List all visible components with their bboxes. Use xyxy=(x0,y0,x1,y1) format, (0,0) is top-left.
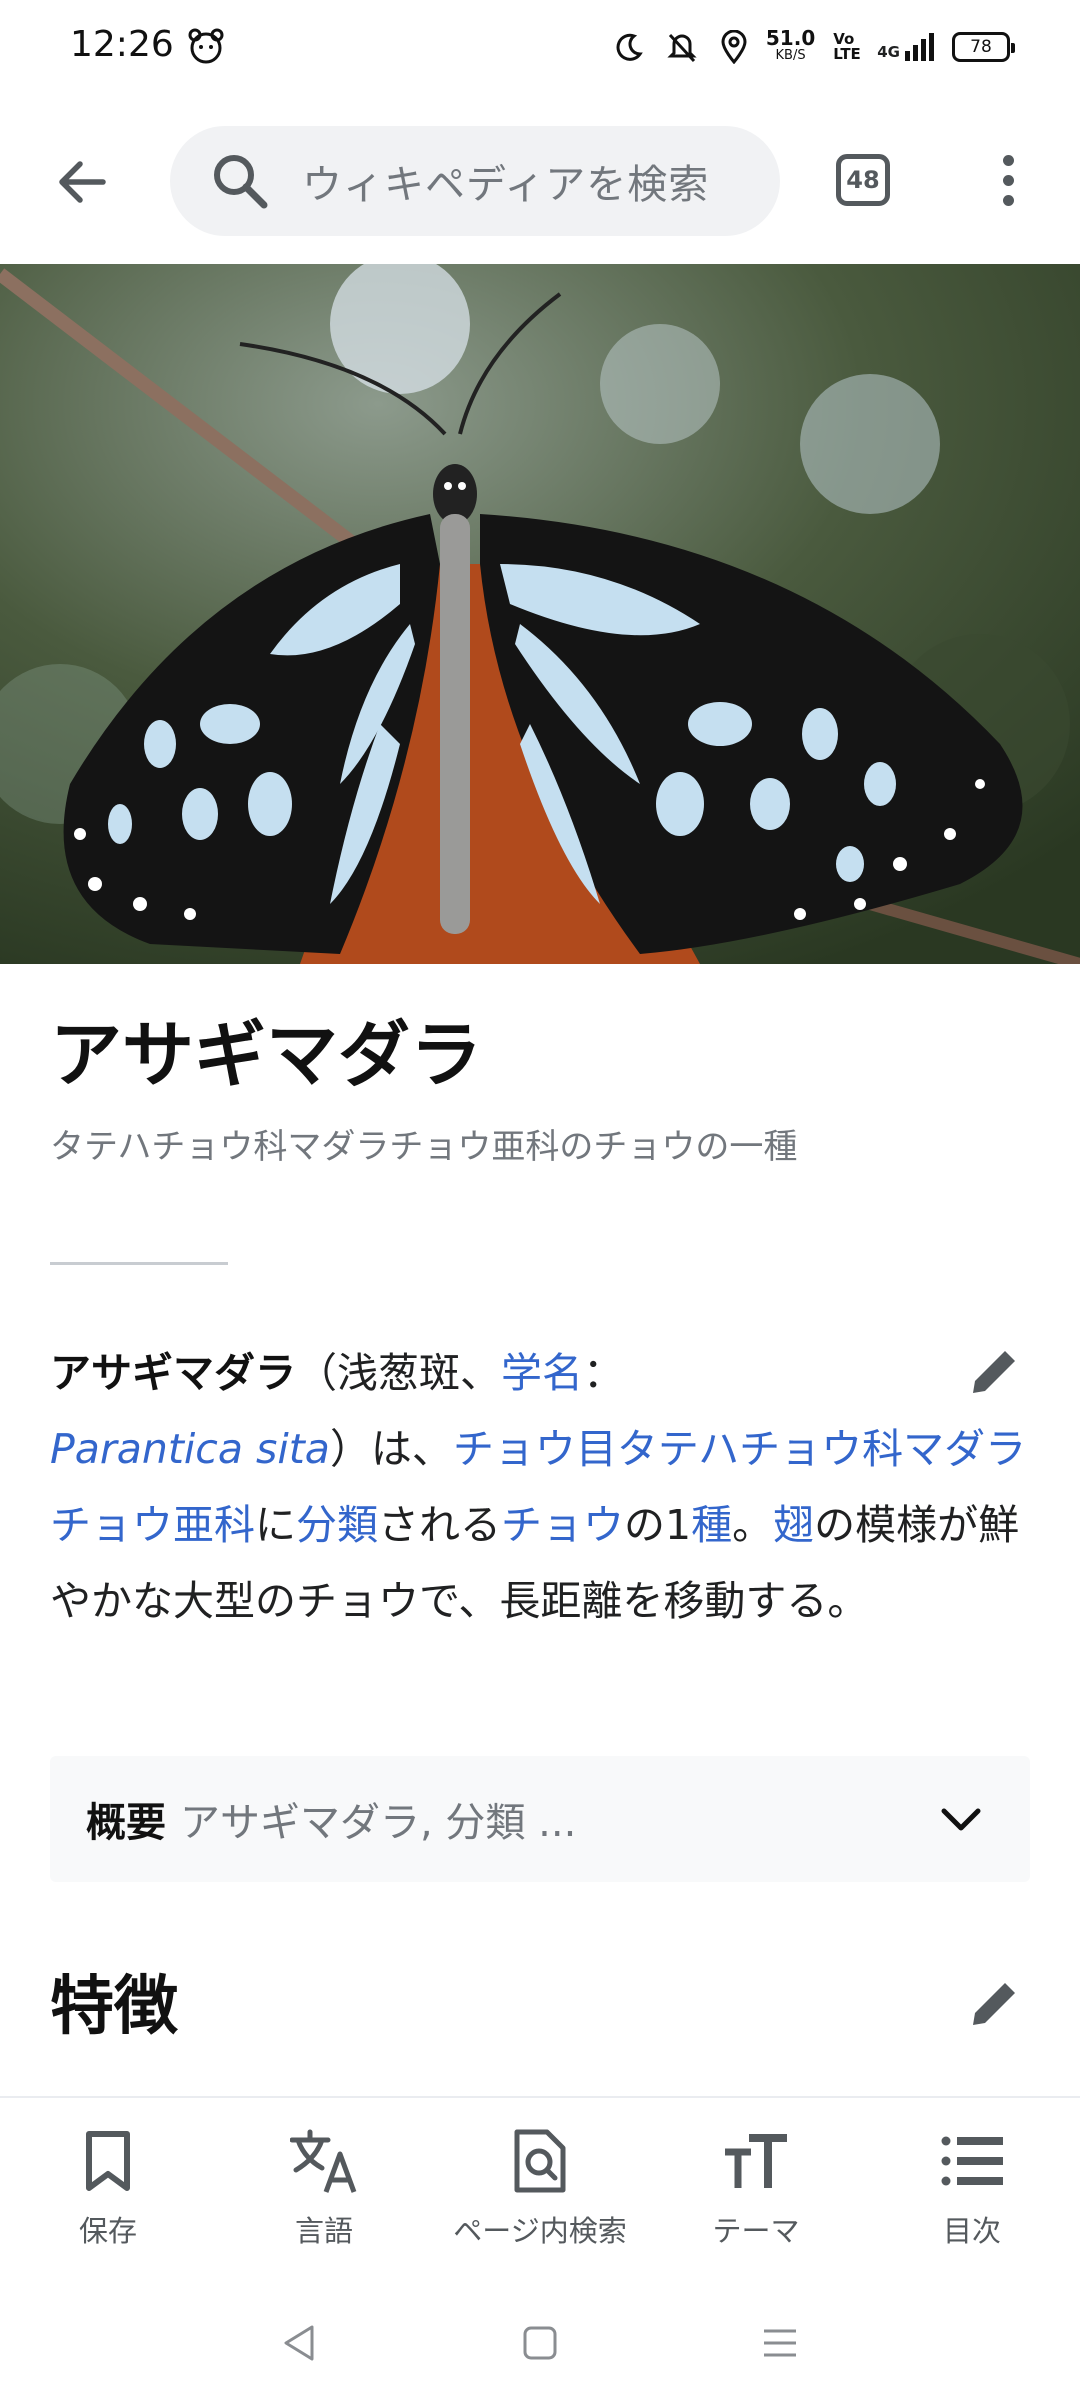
article-description: タテハチョウ科マダラチョウ亜科のチョウの一種 xyxy=(50,1127,798,1167)
find-in-page-button[interactable]: ページ内検索 xyxy=(432,2098,648,2286)
volte-indicator: Vo LTE xyxy=(833,30,861,63)
search-placeholder: ウィキペディアを検索 xyxy=(302,162,710,208)
language-button[interactable]: 言語 xyxy=(216,2098,432,2286)
chevron-down-icon xyxy=(941,1808,981,1831)
theme-label: テーマ xyxy=(712,2214,800,2248)
search-icon xyxy=(214,155,268,209)
save-button[interactable]: 保存 xyxy=(0,2098,216,2286)
butterfly-photo xyxy=(0,264,1080,964)
do-not-disturb-moon-icon xyxy=(616,33,643,61)
find-in-page-label: ページ内検索 xyxy=(453,2214,627,2248)
page-action-bar: 保存 言語 ページ内検索 テーマ 目次 xyxy=(0,2096,1080,2286)
search-input[interactable]: ウィキペディアを検索 xyxy=(170,126,780,236)
bold-term: アサギマダラ xyxy=(50,1349,296,1397)
infobox-summary: アサギマダラ, 分類 ... xyxy=(180,1800,577,1846)
link-classification[interactable]: 分類 xyxy=(296,1501,378,1549)
lead-text: ）は、 xyxy=(329,1425,453,1473)
square-home-icon xyxy=(523,2326,557,2360)
pencil-icon xyxy=(973,1978,1020,2025)
save-label: 保存 xyxy=(78,2214,137,2248)
bookmark-icon xyxy=(86,2131,130,2191)
location-icon xyxy=(721,30,747,64)
edit-section-button[interactable] xyxy=(960,1968,1030,2038)
article-title: アサギマダラ xyxy=(50,1012,483,1097)
theme-button[interactable]: テーマ xyxy=(648,2098,864,2286)
status-icons: 51.0 KB/S Vo LTE 4G 78 xyxy=(614,22,1015,72)
language-label: 言語 xyxy=(294,2214,353,2248)
back-button[interactable] xyxy=(46,146,118,218)
triangle-back-icon xyxy=(284,2325,314,2361)
list-icon xyxy=(941,2136,1003,2186)
status-bar: 12:26 51.0 KB/S Vo LTE 4G 78 xyxy=(0,0,1080,100)
system-navigation-bar xyxy=(0,2286,1080,2400)
more-dot xyxy=(1002,194,1014,206)
link-scientific-name[interactable]: 学名 xyxy=(501,1349,583,1397)
contents-button[interactable]: 目次 xyxy=(864,2098,1080,2286)
lead-text: ： xyxy=(583,1349,624,1397)
lead-text: の1 xyxy=(624,1501,692,1549)
more-dot xyxy=(1002,154,1014,166)
lead-text: （浅葱斑、 xyxy=(296,1349,501,1397)
menu-recents-icon xyxy=(764,2329,796,2357)
more-options-button[interactable] xyxy=(980,144,1036,216)
lead-image[interactable] xyxy=(0,264,1080,964)
signal-indicator: 4G xyxy=(877,33,934,61)
status-time: 12:26 xyxy=(70,24,174,65)
mute-bell-icon xyxy=(667,33,697,63)
lead-text: される xyxy=(378,1501,501,1549)
battery-indicator: 78 xyxy=(952,32,1015,62)
more-dot xyxy=(1002,174,1014,186)
system-back-button[interactable] xyxy=(275,2318,325,2368)
text-size-icon xyxy=(725,2134,787,2188)
system-recents-button[interactable] xyxy=(755,2318,805,2368)
link-wing[interactable]: 翅 xyxy=(773,1501,814,1549)
lead-text: 。 xyxy=(732,1501,774,1549)
link-butterfly[interactable]: チョウ xyxy=(501,1501,624,1549)
notification-face-icon xyxy=(188,28,224,64)
infobox-toggle[interactable]: 概要 アサギマダラ, 分類 ... xyxy=(50,1756,1030,1882)
title-divider xyxy=(50,1262,228,1265)
link-binomial[interactable]: Parantica sita xyxy=(50,1425,330,1473)
top-toolbar: ウィキペディアを検索 48 xyxy=(0,120,1080,240)
network-speed: 51.0 KB/S xyxy=(765,26,816,63)
find-in-page-icon xyxy=(514,2129,566,2193)
lead-text: に xyxy=(255,1501,296,1549)
translate-icon xyxy=(290,2129,357,2193)
infobox-label: 概要 xyxy=(86,1800,166,1846)
arrow-left-icon xyxy=(59,161,106,203)
section-heading: 特徴 xyxy=(50,1969,178,2044)
contents-label: 目次 xyxy=(942,2214,1001,2248)
tabs-count-button[interactable]: 48 xyxy=(836,154,890,206)
lead-paragraph: アサギマダラ（浅葱斑、学名： Parantica sita）は、チョウ目タテハチョ… xyxy=(50,1335,1035,1639)
system-home-button[interactable] xyxy=(515,2318,565,2368)
link-species[interactable]: 種 xyxy=(691,1501,732,1549)
